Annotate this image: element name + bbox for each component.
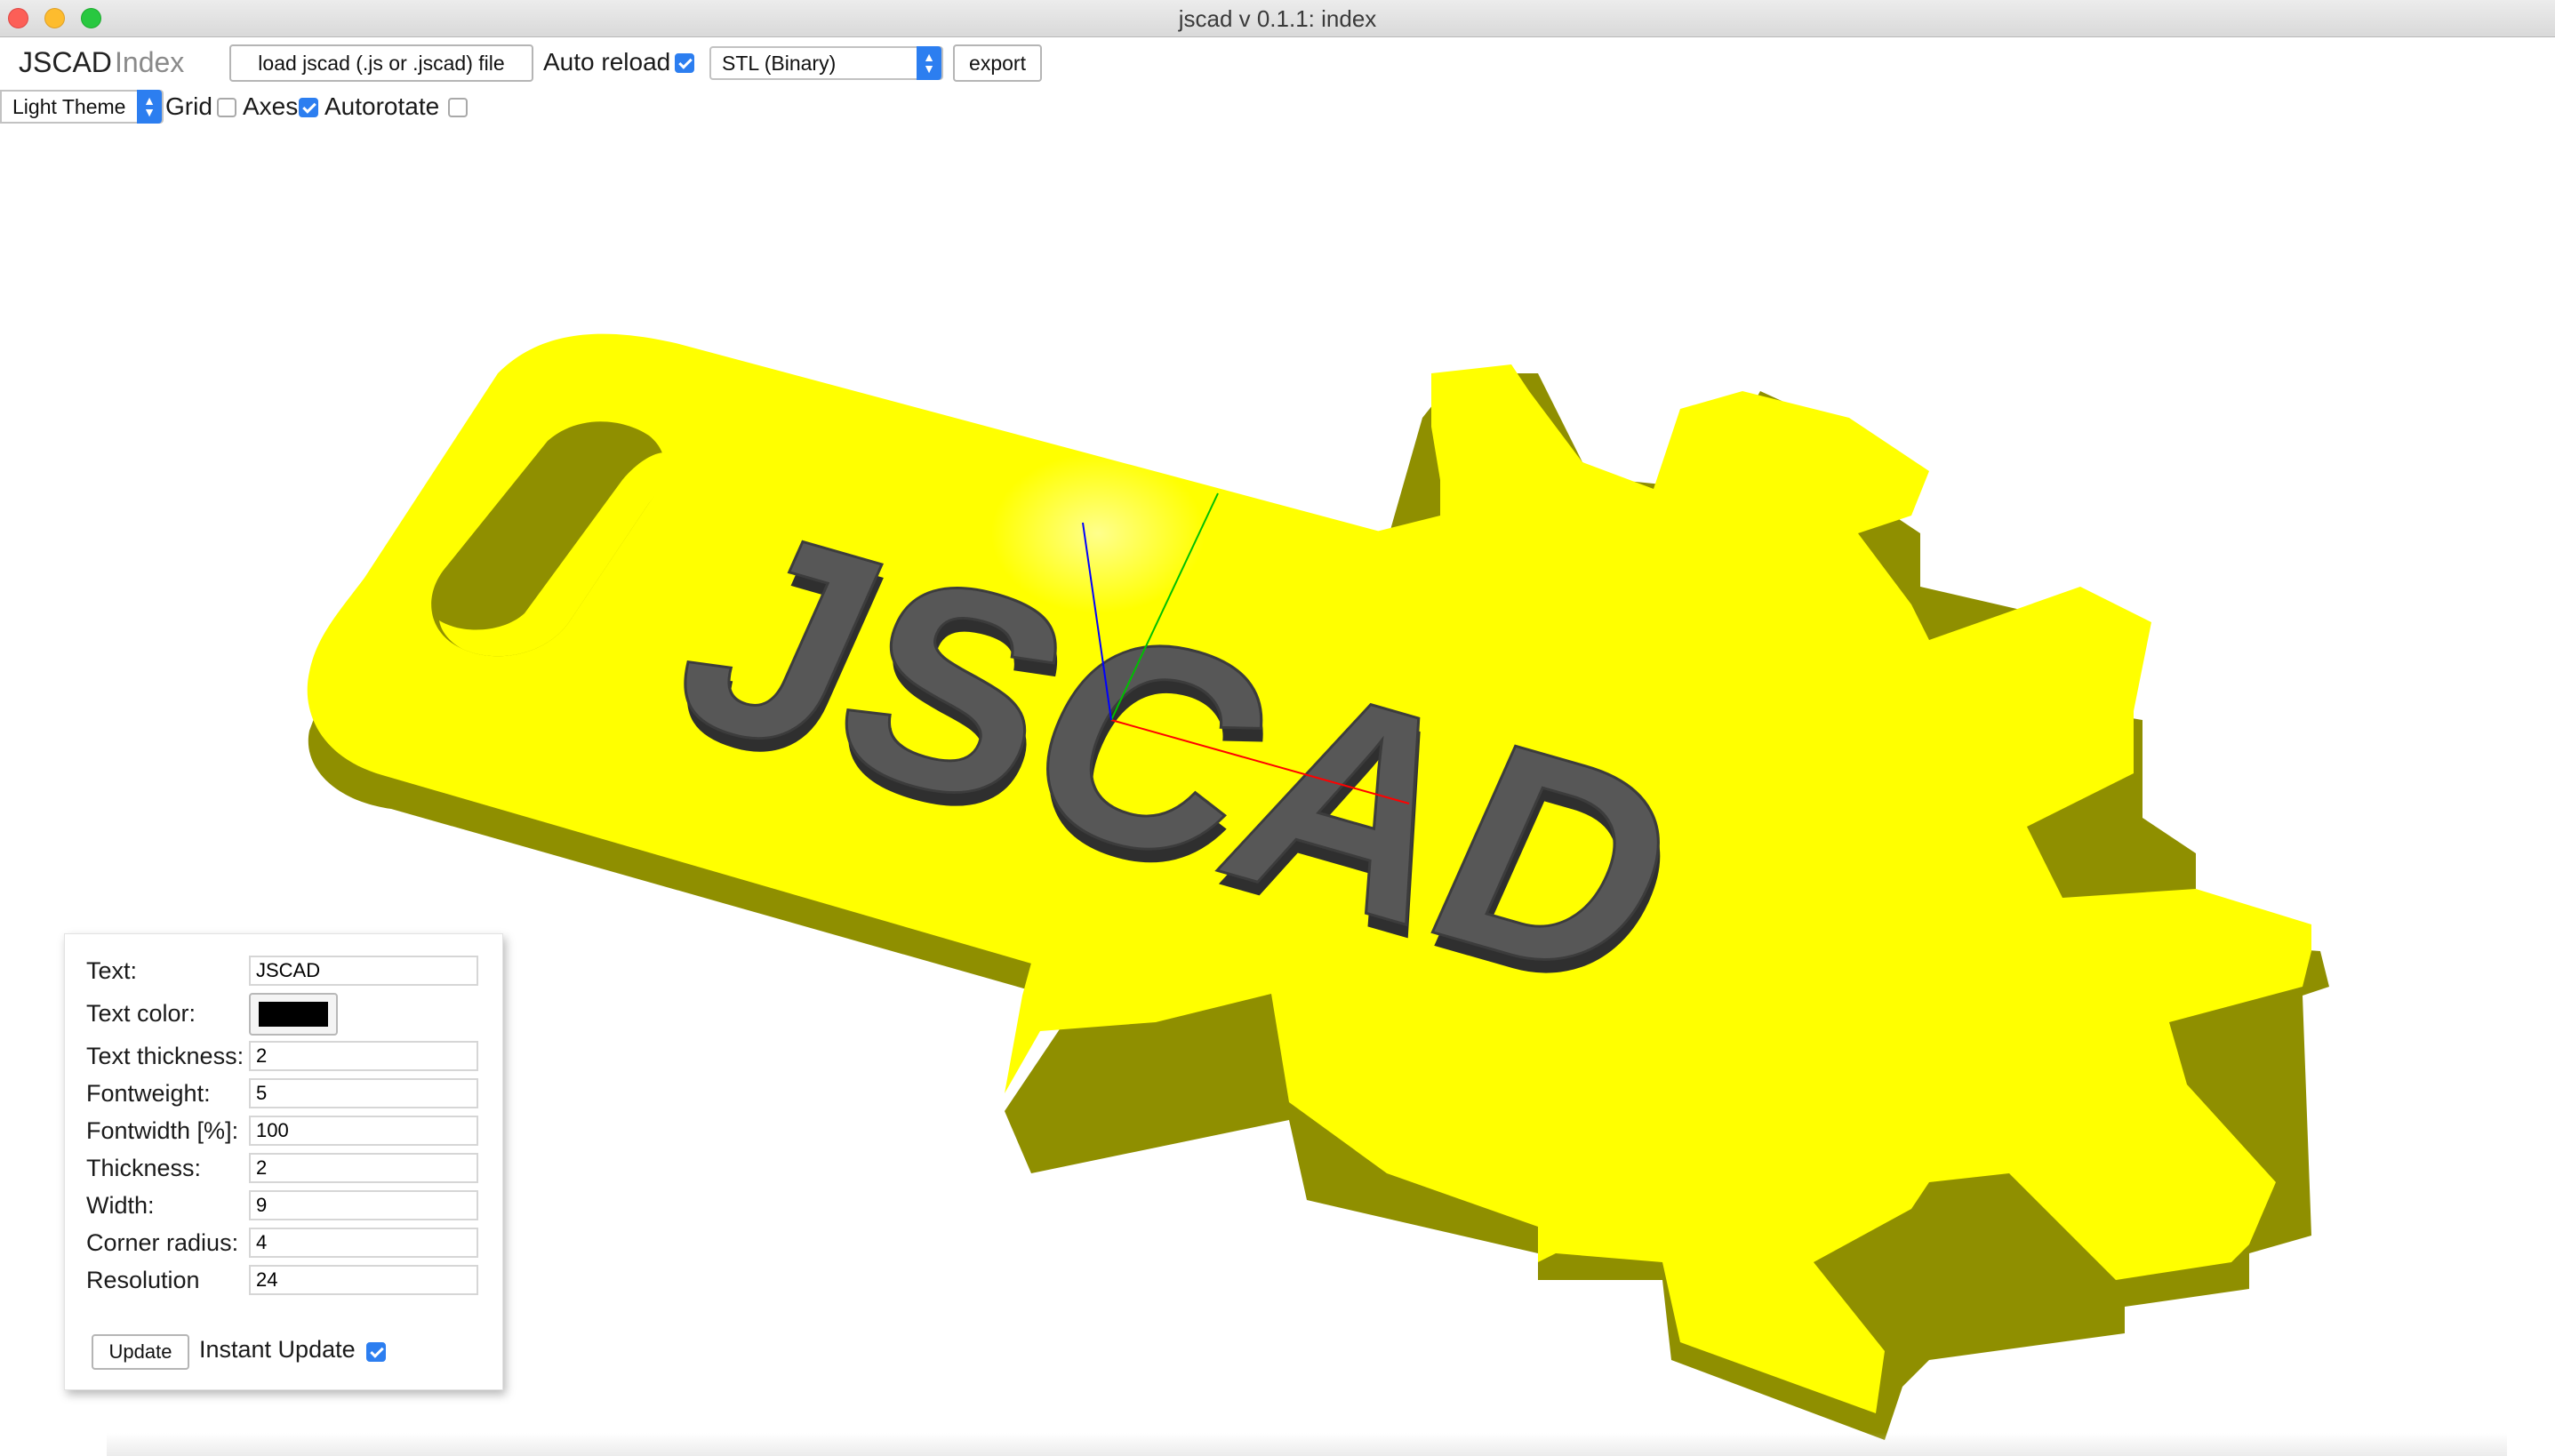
instant-update-label: Instant Update [199,1336,356,1363]
auto-reload-checkbox[interactable] [675,53,694,73]
window-title: jscad v 0.1.1: index [1178,5,1377,32]
param-fontwidth-label: Fontwidth [%]: [86,1117,239,1144]
bottom-shade [107,1433,2507,1456]
grid-checkbox[interactable] [217,98,236,117]
param-row-resolution: Resolution 24 [65,1263,504,1297]
param-thickness-label: Thickness: [86,1155,202,1181]
param-resolution-input[interactable]: 24 [249,1265,478,1295]
auto-reload-label: Auto reload [543,48,671,76]
load-file-button[interactable]: load jscad (.js or .jscad) file [229,44,533,82]
brand-logo[interactable]: JSCAD [19,46,112,79]
theme-select[interactable]: Light Theme ▲ ▼ [0,90,164,124]
param-text-thickness-input[interactable]: 2 [249,1041,478,1071]
param-row-corner-radius: Corner radius: 4 [65,1226,504,1260]
param-row-fontweight: Fontweight: 5 [65,1076,504,1110]
param-thickness-input[interactable]: 2 [249,1153,478,1183]
param-row-text-thickness: Text thickness: 2 [65,1039,504,1073]
param-row-thickness: Thickness: 2 [65,1151,504,1185]
autorotate-checkbox[interactable] [448,98,468,117]
axes-label: Axes [243,92,299,120]
param-row-width: Width: 9 [65,1188,504,1222]
update-button[interactable]: Update [92,1334,189,1370]
parameters-panel: Text: JSCAD Text color: Text thickness: … [64,933,503,1390]
param-corner-radius-label: Corner radius: [86,1229,239,1256]
export-button[interactable]: export [953,44,1042,82]
param-corner-radius-input[interactable]: 4 [249,1228,478,1258]
param-row-text: Text: JSCAD [65,954,504,988]
page-name: Index [115,46,185,78]
param-width-label: Width: [86,1192,155,1219]
theme-value: Light Theme [12,94,126,118]
color-swatch [259,1002,328,1027]
axes-checkbox[interactable] [299,98,318,117]
param-text-label: Text: [86,957,138,984]
param-fontweight-input[interactable]: 5 [249,1078,478,1108]
param-text-thickness-label: Text thickness: [86,1043,244,1069]
instant-update-checkbox[interactable] [366,1342,386,1362]
param-text-color-picker[interactable] [249,993,338,1036]
select-arrows-icon: ▲ ▼ [137,90,162,124]
param-row-text-color: Text color: [65,993,504,1036]
param-fontweight-label: Fontweight: [86,1080,211,1107]
param-resolution-label: Resolution [86,1267,200,1293]
window-titlebar: jscad v 0.1.1: index [0,0,2555,37]
grid-label: Grid [165,92,212,120]
select-arrows-icon: ▲ ▼ [917,46,941,80]
param-width-input[interactable]: 9 [249,1190,478,1220]
export-format-select[interactable]: STL (Binary) ▲ ▼ [709,46,943,80]
export-format-value: STL (Binary) [722,51,837,75]
autorotate-label: Autorotate [324,92,440,120]
param-text-color-label: Text color: [86,1000,196,1027]
param-fontwidth-input[interactable]: 100 [249,1116,478,1146]
param-row-fontwidth: Fontwidth [%]: 100 [65,1114,504,1148]
param-text-input[interactable]: JSCAD [249,956,478,986]
